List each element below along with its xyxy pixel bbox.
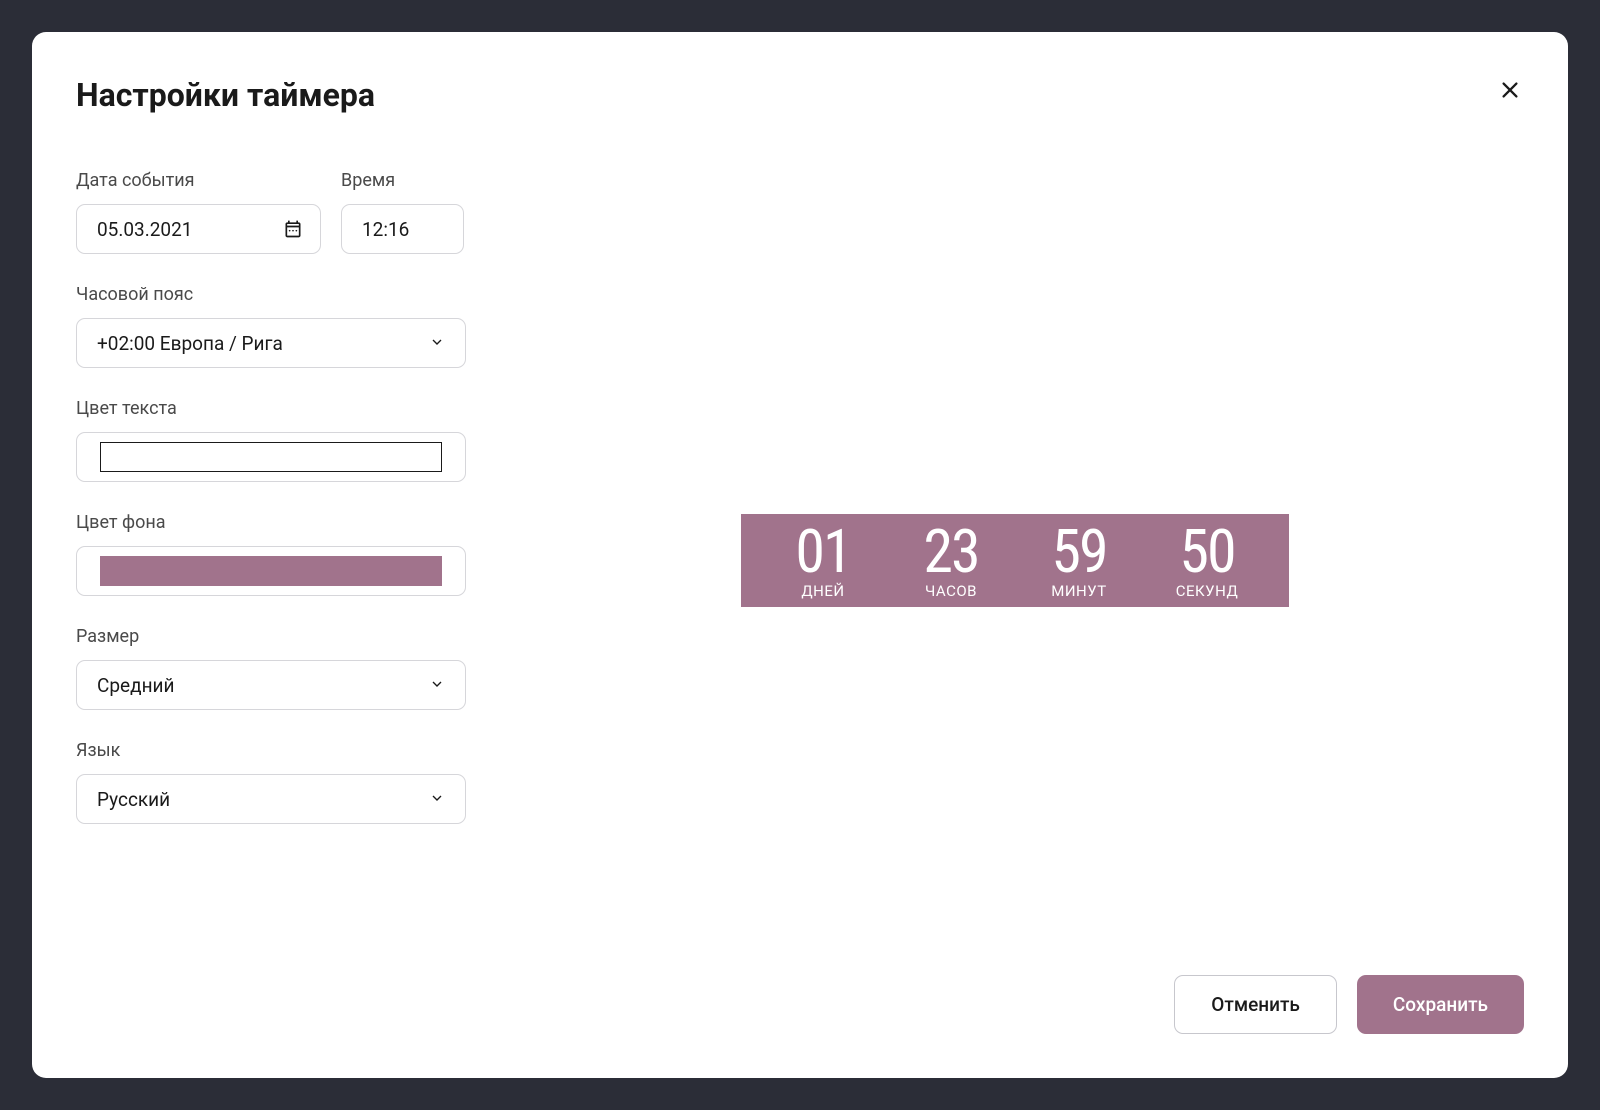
text-color-input[interactable] <box>76 432 466 482</box>
modal-title: Настройки таймера <box>76 76 375 114</box>
size-value: Средний <box>97 674 174 697</box>
event-date-value: 05.03.2021 <box>97 218 192 241</box>
chevron-down-icon <box>429 332 445 355</box>
calendar-icon <box>283 219 303 239</box>
timer-unit: 23 ЧАСОВ <box>887 522 1015 599</box>
bg-color-input[interactable] <box>76 546 466 596</box>
event-date-group: Дата события 05.03.2021 <box>76 170 321 254</box>
timezone-group: Часовой пояс +02:00 Европа / Рига <box>76 284 466 368</box>
language-value: Русский <box>97 788 170 811</box>
text-color-group: Цвет текста <box>76 398 466 482</box>
timer-unit: 01 ДНЕЙ <box>759 522 887 599</box>
bg-color-label: Цвет фона <box>76 512 466 533</box>
size-select[interactable]: Средний <box>76 660 466 710</box>
text-color-label: Цвет текста <box>76 398 466 419</box>
timer-label: МИНУТ <box>1051 584 1107 599</box>
date-time-row: Дата события 05.03.2021 <box>76 170 466 254</box>
language-select[interactable]: Русский <box>76 774 466 824</box>
bg-color-swatch <box>100 556 442 586</box>
save-button[interactable]: Сохранить <box>1357 975 1524 1034</box>
timezone-select[interactable]: +02:00 Европа / Рига <box>76 318 466 368</box>
text-color-swatch <box>100 442 442 472</box>
event-time-input[interactable]: 12:16 <box>341 204 464 254</box>
event-date-label: Дата события <box>76 170 321 191</box>
modal-body: Дата события 05.03.2021 <box>76 170 1524 951</box>
event-time-value: 12:16 <box>362 218 409 241</box>
timer-value: 23 <box>923 522 978 582</box>
timezone-value: +02:00 Европа / Рига <box>97 332 283 355</box>
timer-settings-modal: Настройки таймера Дата события 05.03.202… <box>32 32 1568 1078</box>
preview-column: 01 ДНЕЙ 23 ЧАСОВ 59 МИНУТ 50 СЕКУНД <box>506 170 1524 951</box>
timer-unit: 50 СЕКУНД <box>1143 522 1271 599</box>
close-button[interactable] <box>1496 76 1524 104</box>
event-time-label: Время <box>341 170 464 191</box>
language-group: Язык Русский <box>76 740 466 824</box>
form-column: Дата события 05.03.2021 <box>76 170 466 951</box>
event-date-input-wrapper: 05.03.2021 <box>76 204 321 254</box>
timer-unit: 59 МИНУТ <box>1015 522 1143 599</box>
bg-color-group: Цвет фона <box>76 512 466 596</box>
timer-value: 59 <box>1051 522 1106 582</box>
event-time-group: Время 12:16 <box>341 170 464 254</box>
chevron-down-icon <box>429 674 445 697</box>
language-label: Язык <box>76 740 466 761</box>
timer-value: 01 <box>795 522 850 582</box>
size-group: Размер Средний <box>76 626 466 710</box>
modal-footer: Отменить Сохранить <box>76 975 1524 1034</box>
cancel-button[interactable]: Отменить <box>1174 975 1337 1034</box>
timer-label: СЕКУНД <box>1176 584 1239 599</box>
close-icon <box>1499 79 1521 101</box>
modal-header: Настройки таймера <box>76 76 1524 114</box>
timer-value: 50 <box>1179 522 1234 582</box>
size-label: Размер <box>76 626 466 647</box>
timer-label: ЧАСОВ <box>925 584 977 599</box>
timer-label: ДНЕЙ <box>801 584 844 599</box>
timer-preview: 01 ДНЕЙ 23 ЧАСОВ 59 МИНУТ 50 СЕКУНД <box>741 514 1289 607</box>
timezone-label: Часовой пояс <box>76 284 466 305</box>
chevron-down-icon <box>429 788 445 811</box>
